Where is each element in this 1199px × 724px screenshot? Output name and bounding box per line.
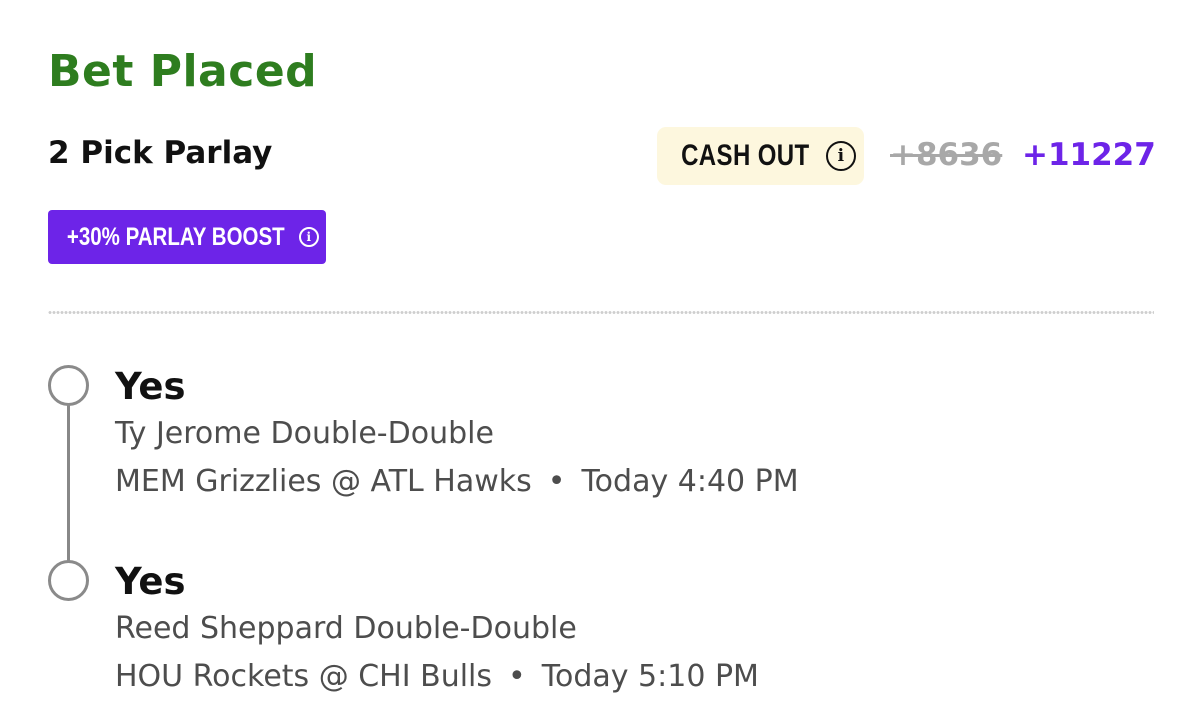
leg-matchup: HOU Rockets @ CHI Bulls	[115, 659, 493, 694]
leg-market: Reed Sheppard Double-Double	[115, 611, 577, 646]
leg-game-info: HOU Rockets @ CHI Bulls • Today 5:10 PM	[115, 659, 759, 694]
cash-out-label: CASH OUT	[681, 139, 810, 172]
leg-pick: Yes	[115, 365, 186, 408]
info-icon[interactable]: i	[825, 141, 856, 171]
leg-status-circle-icon	[48, 560, 89, 601]
dotted-divider	[48, 310, 1154, 315]
leg-status-circle-icon	[48, 365, 89, 406]
leg-time: Today 5:10 PM	[541, 659, 759, 694]
leg-matchup: MEM Grizzlies @ ATL Hawks	[115, 464, 532, 499]
dot-separator: •	[508, 659, 526, 694]
original-odds: +8636	[890, 137, 1003, 173]
timeline-connector	[67, 400, 70, 565]
leg-game-info: MEM Grizzlies @ ATL Hawks • Today 4:40 PM	[115, 464, 799, 499]
cash-out-button[interactable]: CASH OUT i	[657, 127, 864, 185]
parlay-boost-label: +30% PARLAY BOOST	[67, 222, 285, 251]
leg-market: Ty Jerome Double-Double	[115, 416, 494, 451]
leg-pick: Yes	[115, 560, 186, 603]
parlay-label: 2 Pick Parlay	[48, 135, 273, 171]
leg-time: Today 4:40 PM	[581, 464, 799, 499]
boosted-odds: +11227	[1022, 137, 1156, 173]
info-icon[interactable]: i	[298, 227, 319, 247]
page-title: Bet Placed	[48, 46, 318, 97]
parlay-boost-badge[interactable]: +30% PARLAY BOOST i	[48, 210, 326, 264]
dot-separator: •	[547, 464, 566, 499]
